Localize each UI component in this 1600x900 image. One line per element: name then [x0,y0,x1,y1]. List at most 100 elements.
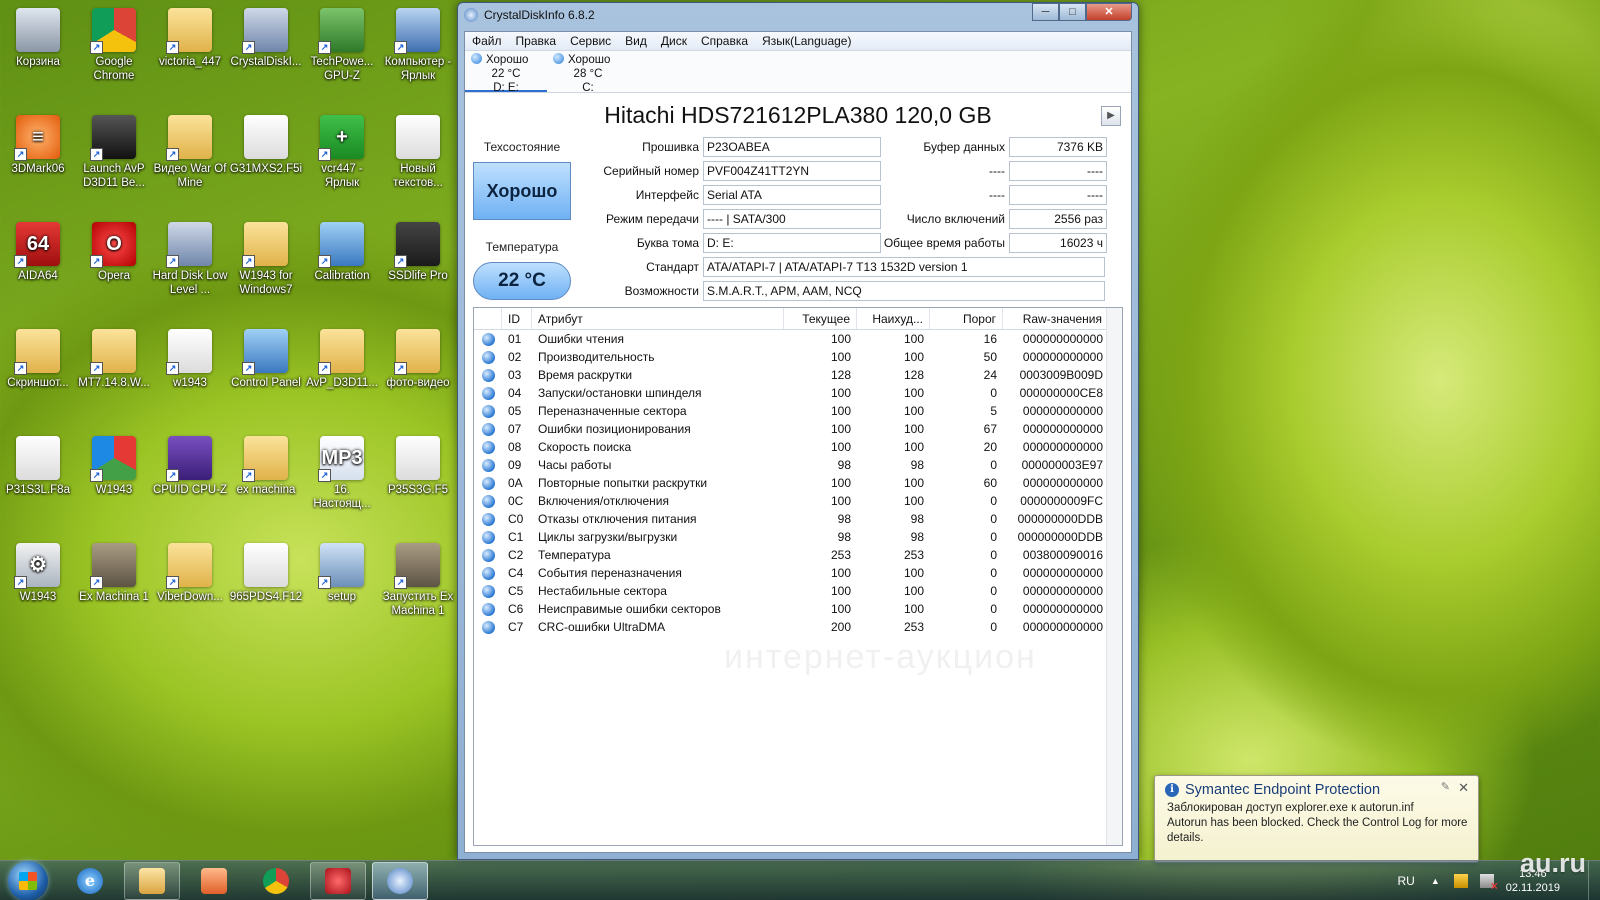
desktop-icon[interactable]: ↗ Скриншот... [0,325,76,390]
desktop-icon[interactable]: ↗ TechPowe... GPU-Z [304,4,380,83]
shortcut-arrow-icon: ↗ [318,469,331,482]
taskbar-media-player[interactable] [186,862,242,900]
table-row[interactable]: C2 Температура 253 253 0 003800090016 [474,546,1122,564]
volume-muted-icon[interactable] [1479,874,1498,893]
desktop-icon[interactable]: ↗ Видео War Of Mine [152,111,228,190]
table-row[interactable]: C7 CRC-ошибки UltraDMA 200 253 0 000000000000 [474,618,1122,636]
next-disk-button[interactable]: ▶ [1101,106,1121,126]
status-good-icon [474,456,502,474]
desktop-icon[interactable]: ↗ ex machina [228,432,304,497]
header-attribute[interactable]: Атрибут [532,308,784,329]
desktop-icon[interactable]: ↗ w1943 [152,325,228,390]
symantec-notification[interactable]: i Symantec Endpoint Protection ✎ ✕ Забло… [1154,775,1479,863]
table-row[interactable]: C4 События переназначения 100 100 0 000000000… [474,564,1122,582]
taskbar-crystaldiskinfo[interactable] [372,861,428,900]
status-good-icon [474,618,502,636]
menu-view[interactable]: Вид [618,34,654,48]
desktop-icon[interactable]: 64 ↗ AIDA64 [0,218,76,283]
taskbar-app[interactable] [310,861,366,900]
notification-close-button[interactable]: ✕ [1458,780,1469,796]
desktop-icon[interactable]: P31S3L.F8a [0,432,76,497]
header-raw[interactable]: Raw-значения [1003,308,1109,329]
table-row[interactable]: 07 Ошибки позиционирования 100 100 67 0000000… [474,420,1122,438]
table-row[interactable]: 0C Включения/отключения 100 100 0 0000000009F… [474,492,1122,510]
desktop-icon[interactable]: Корзина [0,4,76,69]
desktop-icon[interactable]: ↗ Hard Disk Low Level ... [152,218,228,297]
desktop-icon[interactable]: ↗ Ex Machina 1 [76,539,152,604]
desktop-icon[interactable]: ↗ CPUID CPU-Z [152,432,228,497]
folder-icon: ↗ [166,8,212,54]
pin-icon[interactable]: ✎ [1441,780,1450,793]
table-row[interactable]: 04 Запуски/остановки шпинделя 100 100 0 00000… [474,384,1122,402]
desktop-icon[interactable]: ↗ ViberDown... [152,539,228,604]
smart-scrollbar[interactable] [1106,308,1122,845]
desktop-icon[interactable]: ↗ MT7.14.8.W... [76,325,152,390]
desktop-icon[interactable]: ↗ Компьютер - Ярлык [380,4,456,83]
table-row[interactable]: 01 Ошибки чтения 100 100 16 000000000000 [474,330,1122,348]
desktop-icon[interactable]: ↗ Запустить Ex Machina 1 [380,539,456,618]
header-worst[interactable]: Наихуд... [857,308,930,329]
desktop-icon[interactable]: ↗ AvP_D3D11... [304,325,380,390]
menu-edit[interactable]: Правка [509,34,564,48]
menu-service[interactable]: Сервис [563,34,618,48]
header-id[interactable]: ID [502,308,532,329]
drive-tab-c[interactable]: Хорошо 28 °C C: [547,51,629,94]
table-row[interactable]: 0A Повторные попытки раскрутки 100 100 60 000… [474,474,1122,492]
table-row[interactable]: C6 Неисправимые ошибки секторов 100 100 0 000… [474,600,1122,618]
header-current[interactable]: Текущее [784,308,857,329]
table-row[interactable]: C1 Циклы загрузки/выгрузки 98 98 0 000000000D… [474,528,1122,546]
desktop-icon[interactable]: ↗ W1943 [76,432,152,497]
desktop-icon[interactable]: ↗ фото-видео [380,325,456,390]
show-desktop-button[interactable] [1588,861,1600,900]
chrome-icon: ↗ [90,8,136,54]
desktop-icon[interactable]: ↗ Calibration [304,218,380,283]
minimize-button[interactable]: ─ [1032,3,1059,21]
desktop-icon[interactable]: ↗ setup [304,539,380,604]
desktop-icon[interactable]: ↗ SSDlife Pro [380,218,456,283]
drive-tab-de[interactable]: Хорошо 22 °C D: E: [465,51,547,94]
health-status-button[interactable]: Хорошо [473,162,571,220]
desktop-icon[interactable]: ↗ CrystalDiskI... [228,4,304,69]
desktop-icon[interactable]: ↗ Launch AvP D3D11 Be... [76,111,152,190]
menu-language[interactable]: Язык(Language) [755,34,858,48]
desktop-icon[interactable]: G31MXS2.F5i [228,111,304,176]
taskbar-explorer[interactable] [124,861,180,900]
desktop-icon[interactable]: Новый текстов... [380,111,456,190]
menu-file[interactable]: Файл [465,34,509,48]
desktop-icon[interactable]: ↗ Google Chrome [76,4,152,83]
desktop-icon[interactable]: 965PDS4.F12 [228,539,304,604]
start-button[interactable] [8,860,48,900]
table-row[interactable]: 08 Скорость поиска 100 100 20 000000000000 [474,438,1122,456]
maximize-button[interactable]: □ [1059,3,1086,21]
table-row[interactable]: 02 Производительность 100 100 50 000000000000 [474,348,1122,366]
attr-current: 100 [830,350,851,364]
desktop-icon[interactable]: P35S3G.F5 [380,432,456,497]
desktop-icon[interactable]: MP3 ↗ 16. Настоящ... [304,432,380,511]
status-dot-icon [481,332,495,346]
taskbar-ie[interactable]: e [62,862,118,900]
smart-table[interactable]: ID Атрибут Текущее Наихуд... Порог Raw-з… [473,307,1123,846]
table-row[interactable]: 05 Переназначенные сектора 100 100 5 00000000… [474,402,1122,420]
table-row[interactable]: 03 Время раскрутки 128 128 24 0003009B009D [474,366,1122,384]
desktop-icon[interactable]: ↗ Control Panel [228,325,304,390]
table-row[interactable]: C0 Отказы отключения питания 98 98 0 00000000… [474,510,1122,528]
show-hidden-icons-button[interactable]: ▲ [1431,876,1440,886]
close-button[interactable]: ✕ [1086,3,1132,21]
desktop-icon[interactable]: O ↗ Opera [76,218,152,283]
desktop-icon-label: Компьютер - Ярлык [384,56,452,82]
desktop-icon[interactable]: ↗ victoria_447 [152,4,228,69]
table-row[interactable]: C5 Нестабильные сектора 100 100 0 00000000000… [474,582,1122,600]
menu-disk[interactable]: Диск [654,34,694,48]
red-app-icon [325,867,351,894]
desktop-icon[interactable]: ⚙ ↗ W1943 [0,539,76,604]
menu-help[interactable]: Справка [694,34,755,48]
desktop-icon[interactable]: + ↗ vcr447 - Ярлык [304,111,380,190]
table-row[interactable]: 09 Часы работы 98 98 0 000000003E97 [474,456,1122,474]
desktop-icon[interactable]: ≡ ↗ 3DMark06 [0,111,76,176]
header-threshold[interactable]: Порог [930,308,1003,329]
desktop-icon[interactable]: ↗ W1943 for Windows7 [228,218,304,297]
attr-threshold: 0 [990,584,997,598]
taskbar-chrome[interactable] [248,862,304,900]
action-center-icon[interactable] [1453,874,1468,888]
language-indicator[interactable]: RU [1397,874,1414,888]
